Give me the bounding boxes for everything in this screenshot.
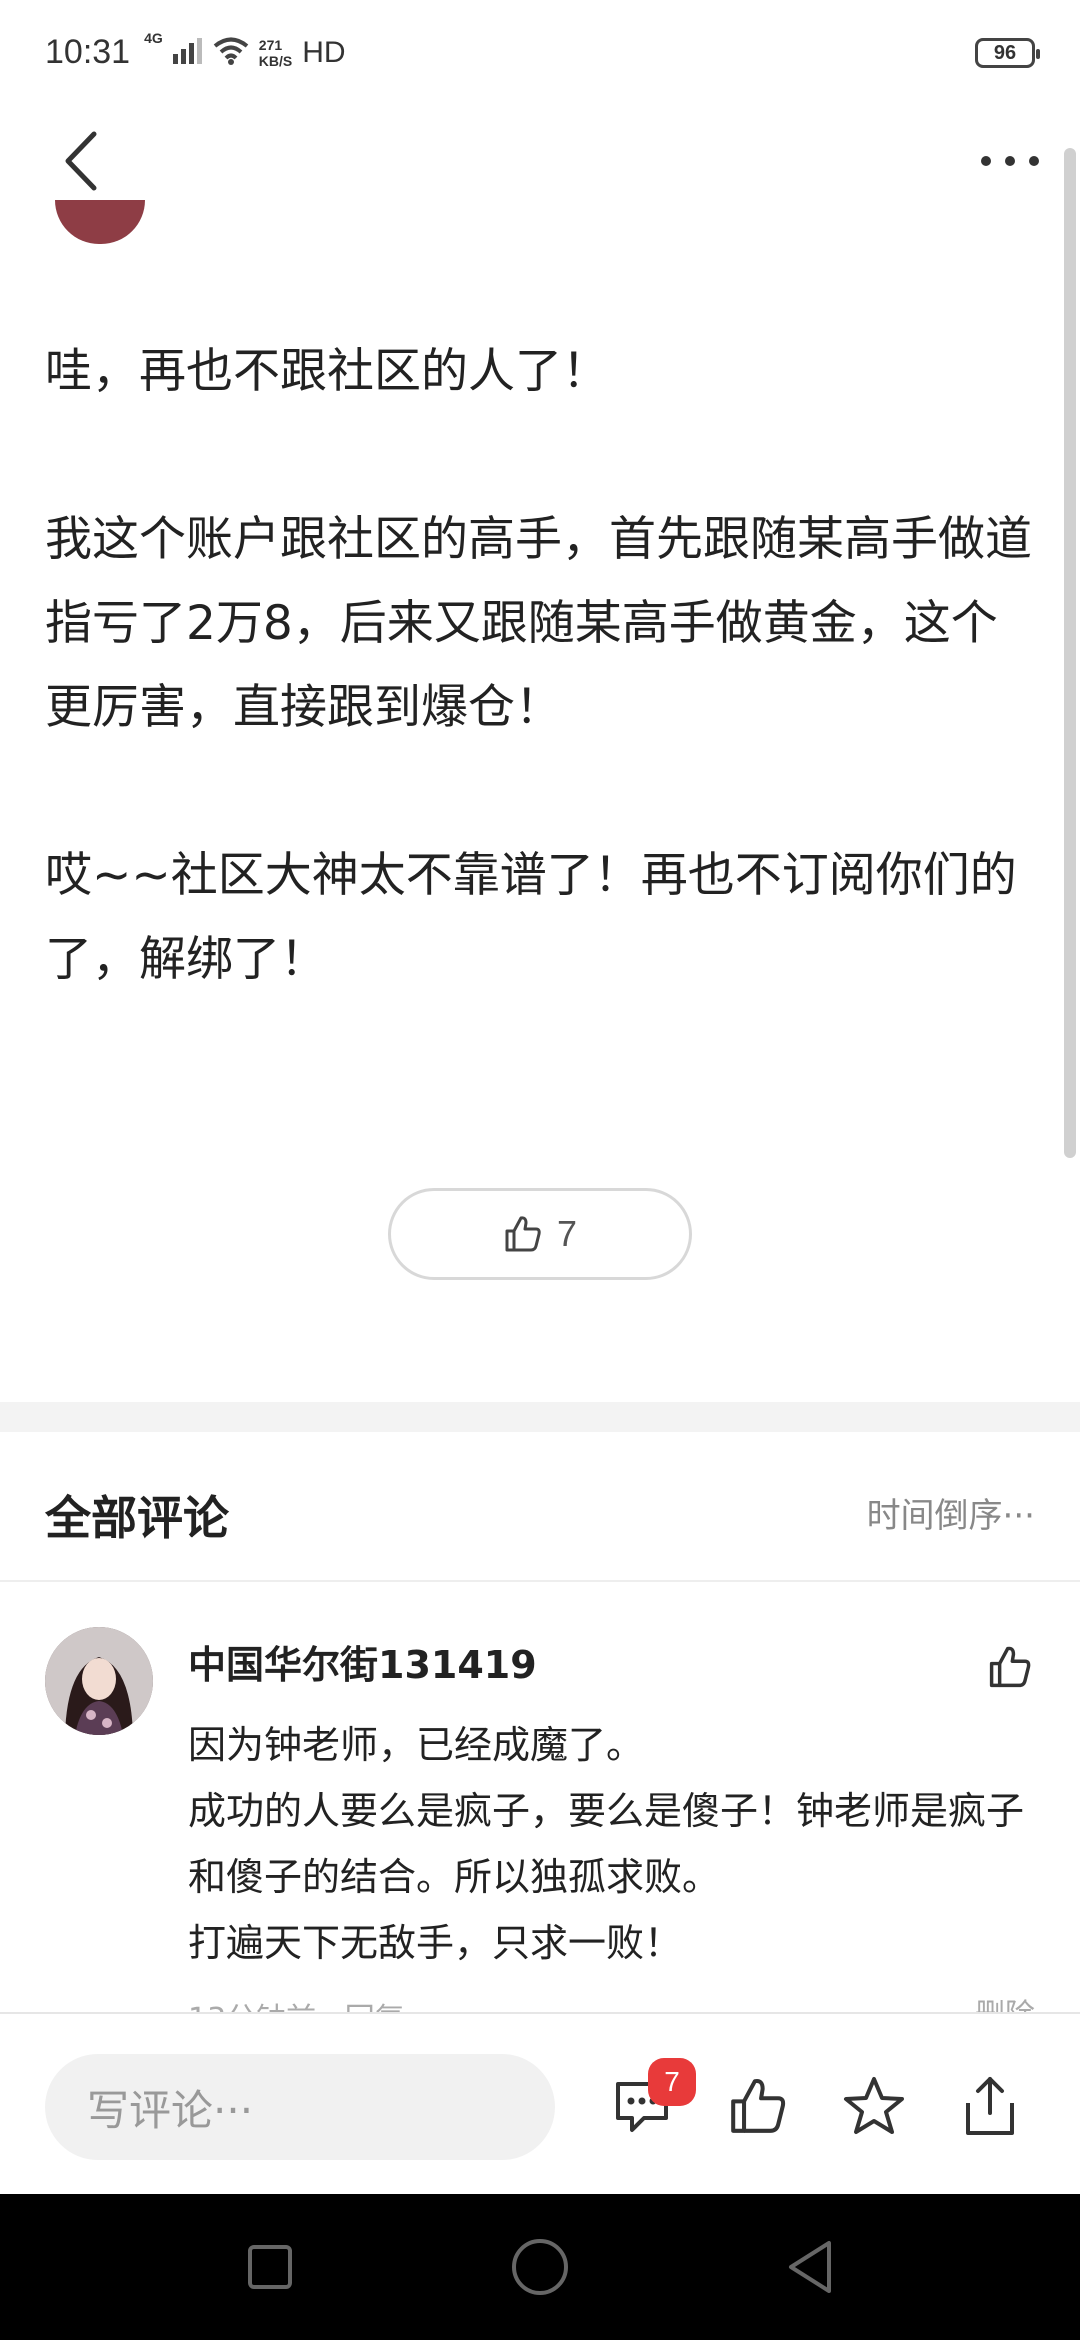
thumbs-up-icon (731, 2078, 786, 2133)
star-icon (844, 2077, 904, 2134)
comment-input[interactable]: 写评论··· (45, 2054, 555, 2160)
chevron-left-icon (65, 131, 97, 190)
comments-title: 全部评论 (45, 1491, 229, 1545)
network-type: 4G (144, 29, 163, 46)
square-icon (248, 2245, 292, 2289)
commenter-avatar[interactable] (45, 1627, 153, 1735)
hd-indicator: HD (302, 35, 346, 69)
sort-button[interactable]: 时间倒序··· (867, 1488, 1035, 1537)
comment-line: 打遍天下无敌手，只求一败！ (188, 1921, 683, 1965)
like-button[interactable] (718, 2066, 798, 2146)
recent-apps-button[interactable] (235, 2232, 305, 2302)
battery-level: 96 (993, 41, 1017, 64)
comment-delete-button[interactable]: 删除 (975, 1990, 1035, 2012)
article-paragraph: 哎~~社区大神太不靠谱了！再也不订阅你们的了，解绑了！ (45, 848, 1017, 987)
comment-meta[interactable]: 13分钟前 · 回复 (188, 1994, 405, 2012)
section-divider (0, 1402, 1080, 1432)
home-button[interactable] (505, 2232, 575, 2302)
wifi-icon (213, 37, 249, 69)
system-nav-bar (0, 2194, 1080, 2340)
comment-line: 成功的人要么是疯子，要么是傻子！钟老师是疯子和傻子的结合。所以独孤求败。 (188, 1789, 1025, 1899)
comment-input-placeholder: 写评论··· (87, 2085, 254, 2135)
author-avatar[interactable] (55, 200, 145, 244)
back-button[interactable] (45, 123, 115, 198)
share-button[interactable] (950, 2066, 1030, 2146)
scrollbar[interactable] (1064, 148, 1076, 1158)
article-paragraph: 我这个账户跟社区的高手，首先跟随某高手做道指亏了2万8，后来又跟随某高手做黄金，… (45, 512, 1032, 735)
comment-text: 因为钟老师，已经成魔了。 成功的人要么是疯子，要么是傻子！钟老师是疯子和傻子的结… (188, 1712, 1048, 1976)
system-back-button[interactable] (775, 2232, 845, 2302)
share-icon (966, 2077, 1014, 2135)
thumbs-up-icon (505, 1216, 541, 1252)
status-icons: 4G 271 KB/S HD (144, 30, 346, 70)
signal-icon (172, 37, 203, 68)
like-count: 7 (556, 1213, 578, 1254)
battery-icon: 96 (975, 38, 1040, 68)
article-like-button[interactable]: 7 (388, 1188, 692, 1280)
speed-value: 271 (258, 36, 283, 53)
more-icon (981, 155, 1039, 166)
commenter-name[interactable]: 中国华尔街131419 (188, 1634, 537, 1689)
status-time: 10:31 (45, 33, 131, 71)
triangle-back-icon (789, 2241, 831, 2293)
top-nav (0, 105, 1080, 215)
more-options-button[interactable] (970, 123, 1050, 198)
article-body: 哇，再也不跟社区的人了！ 我这个账户跟社区的高手，首先跟随某高手做道指亏了2万8… (45, 330, 1035, 1002)
favorite-button[interactable] (834, 2066, 914, 2146)
thumbs-up-icon (989, 1646, 1031, 1688)
article-paragraph: 哇，再也不跟社区的人了！ (45, 344, 609, 399)
status-bar: 10:31 4G 271 KB/S HD 96 (0, 0, 1080, 105)
comment-like-button[interactable] (980, 1637, 1040, 1697)
comment-count-badge: 7 (648, 2058, 696, 2106)
network-speed: 271 KB/S (259, 37, 292, 69)
comments-header: 全部评论 时间倒序··· (0, 1432, 1080, 1582)
bottom-action-bar: 写评论··· 7 (0, 2012, 1080, 2194)
comment-line: 因为钟老师，已经成魔了。 (188, 1723, 645, 1767)
circle-icon (512, 2239, 568, 2295)
speed-unit: KB/S (258, 52, 293, 69)
comment-item: 中国华尔街131419 因为钟老师，已经成魔了。 成功的人要么是疯子，要么是傻子… (0, 1582, 1080, 2012)
